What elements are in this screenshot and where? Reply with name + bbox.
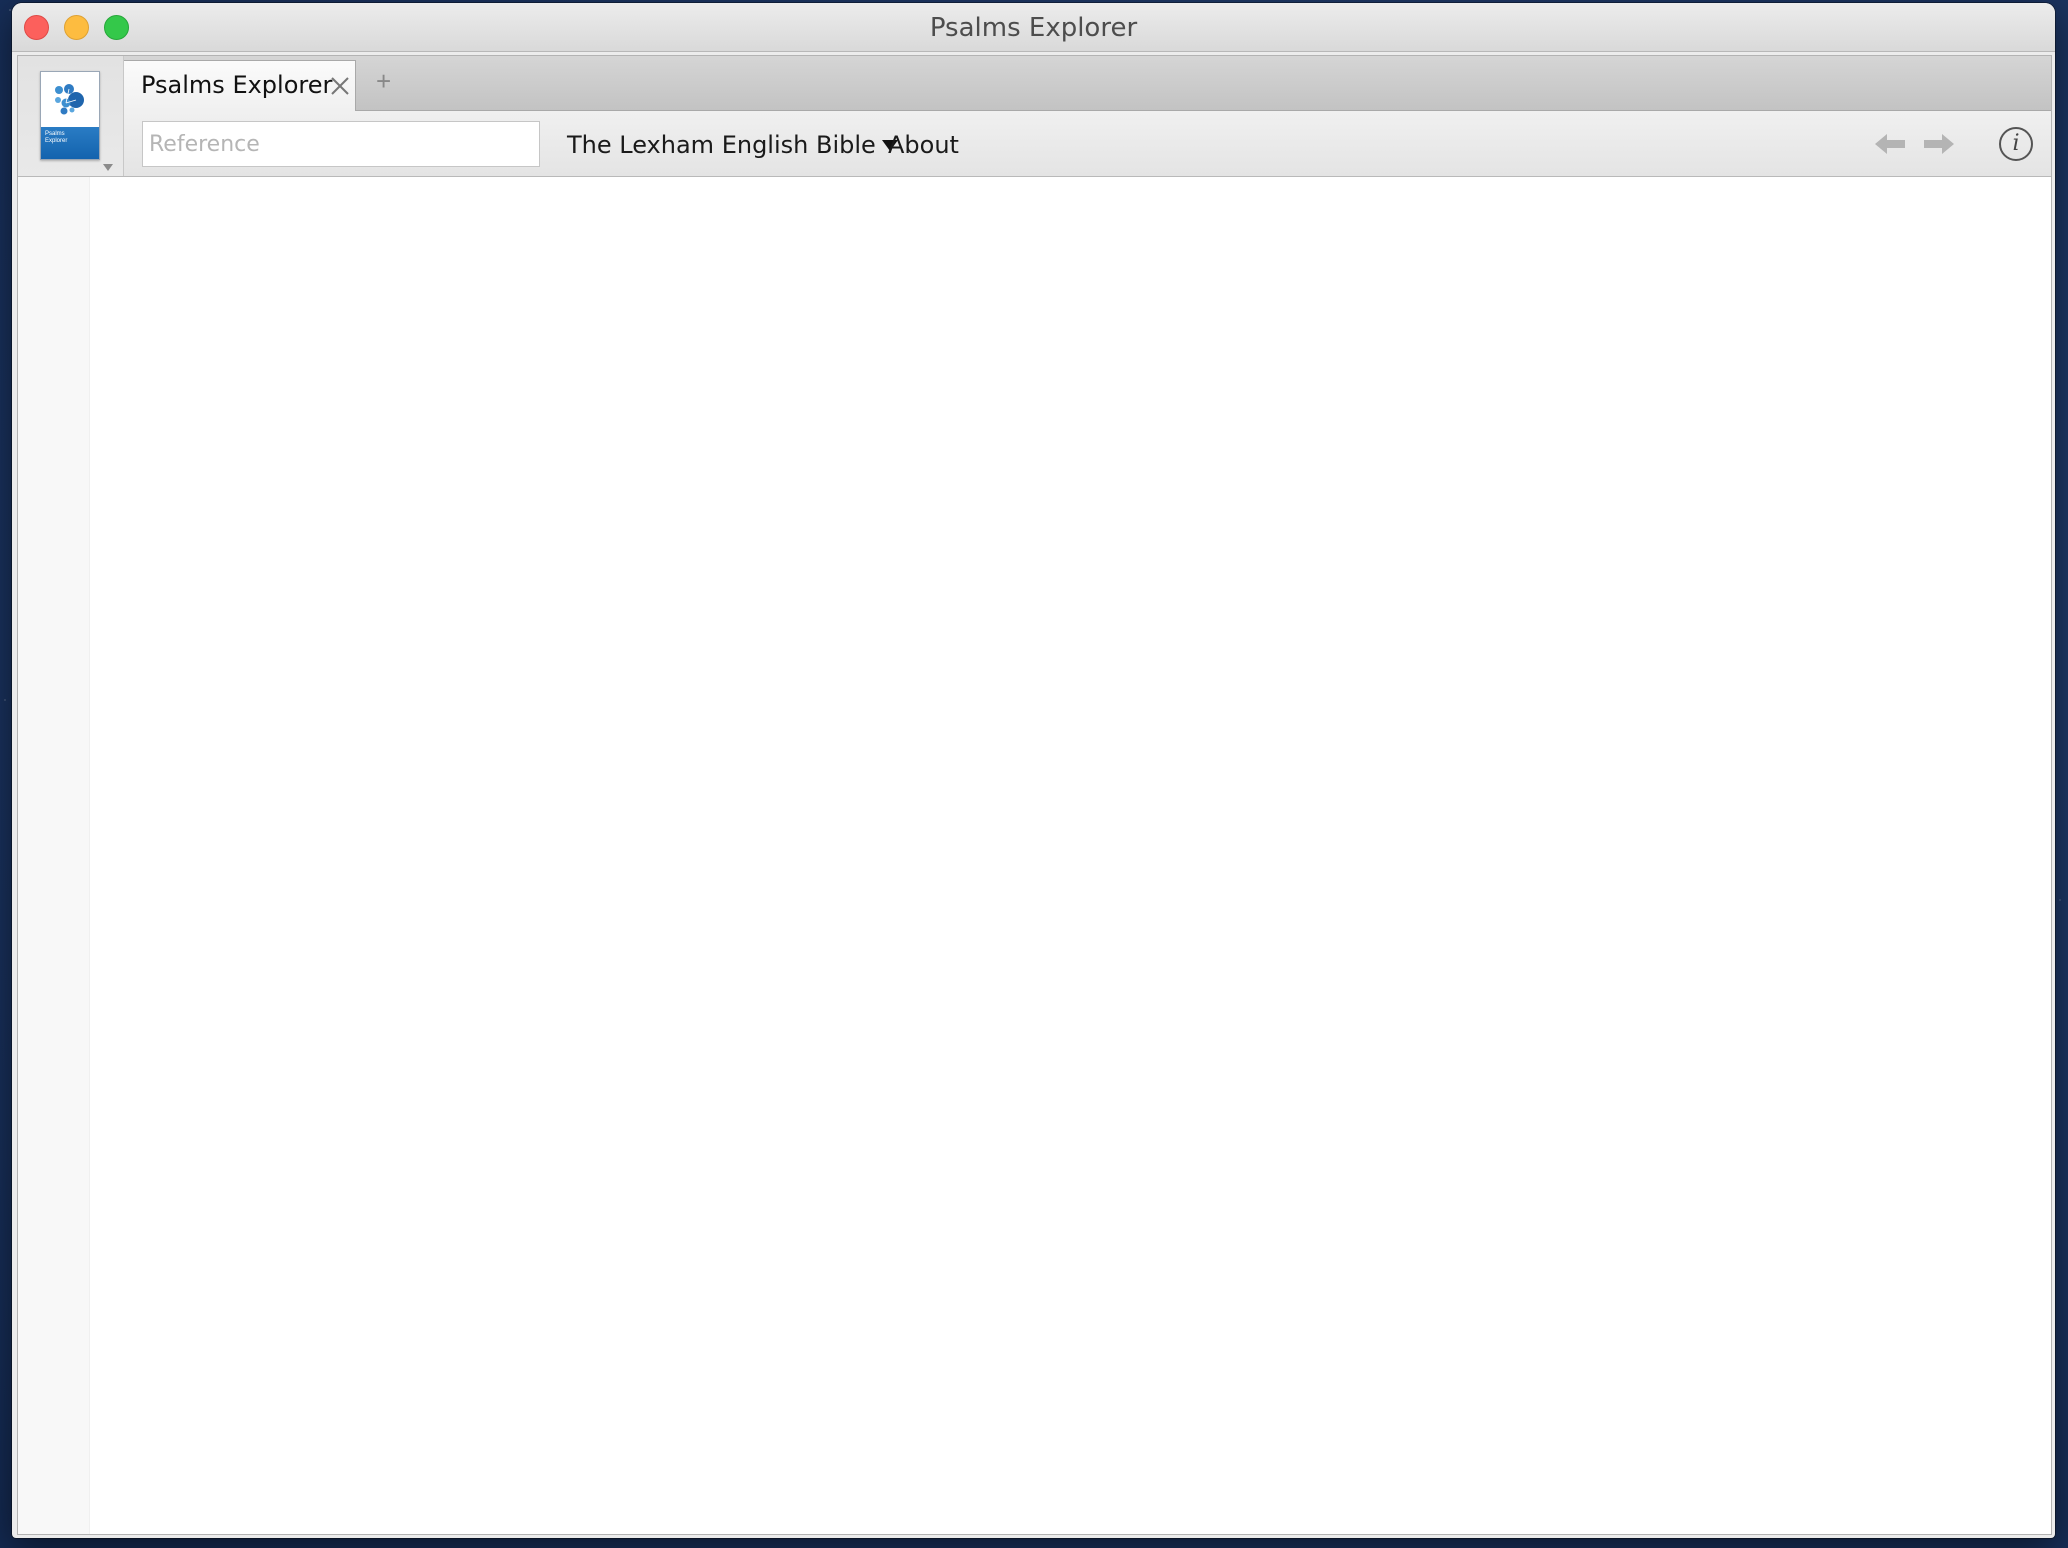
chevron-down-icon[interactable] xyxy=(103,164,113,171)
toolbar: The Lexham English Bible About i xyxy=(18,111,2051,177)
bubbles-icon xyxy=(55,84,84,115)
plus-icon[interactable]: + xyxy=(376,68,391,94)
app-window: Psalms Explorer Psalms Explorer + Psalms… xyxy=(12,3,2055,1538)
left-gutter xyxy=(18,177,90,1534)
window-title: Psalms Explorer xyxy=(929,13,1138,43)
app-panel: Psalms Explorer + Psalms Explorer Refere… xyxy=(17,55,2052,1535)
logo-text-line2: Explorer xyxy=(45,138,68,144)
arrow-left-icon[interactable] xyxy=(1875,133,1907,155)
close-x-icon[interactable] xyxy=(329,75,351,97)
logo-band: Psalms Explorer xyxy=(41,127,99,159)
info-icon[interactable]: i xyxy=(1999,127,2033,161)
psalms-explorer-logo[interactable]: Psalms Explorer xyxy=(40,71,100,160)
content-area[interactable] xyxy=(18,177,2051,1534)
tab-psalms-explorer[interactable]: Psalms Explorer xyxy=(122,60,356,111)
tab-strip: Psalms Explorer + xyxy=(18,56,2051,111)
about-link[interactable]: About xyxy=(888,131,959,159)
logo-text-line1: Psalms xyxy=(45,131,65,137)
bible-version-label: The Lexham English Bible xyxy=(567,131,876,159)
bible-version-dropdown[interactable]: The Lexham English Bible xyxy=(567,131,898,159)
resource-panel-menu[interactable]: Psalms Explorer xyxy=(18,56,124,176)
arrow-right-icon[interactable] xyxy=(1922,133,1954,155)
tab-label: Psalms Explorer xyxy=(141,71,333,99)
reference-input[interactable] xyxy=(142,121,540,167)
title-bar[interactable]: Psalms Explorer xyxy=(12,3,2055,52)
